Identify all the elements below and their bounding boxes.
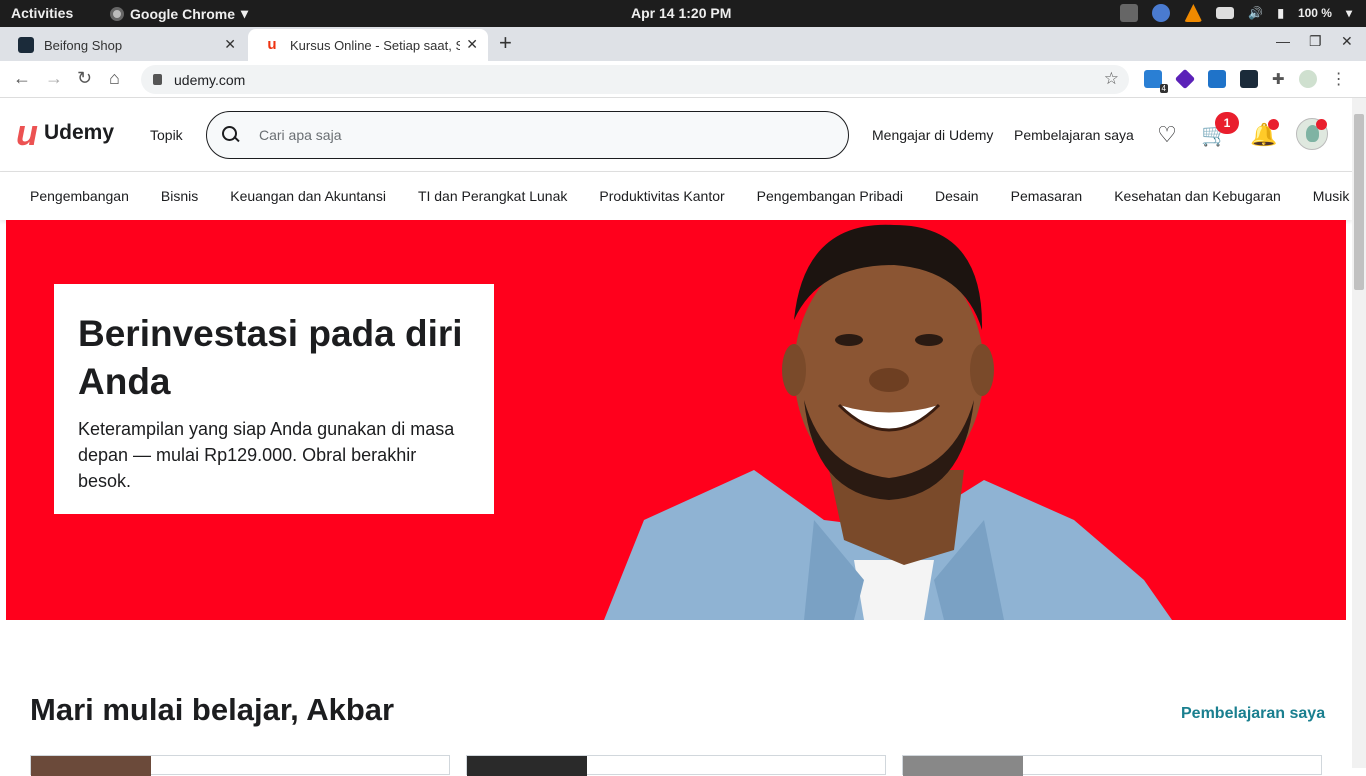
category-item[interactable]: Desain (935, 188, 979, 204)
scrollbar-thumb[interactable] (1354, 114, 1364, 290)
notification-dot (1268, 119, 1279, 130)
close-icon[interactable]: ✕ (466, 36, 478, 53)
my-learning-link[interactable]: Pembelajaran saya (1014, 127, 1134, 143)
udemy-icon: u (16, 112, 38, 153)
chrome-tray-icon[interactable] (1152, 4, 1171, 22)
tab-title: Beifong Shop (44, 37, 123, 53)
category-nav: Pengembangan Bisnis Keuangan dan Akuntan… (0, 172, 1352, 220)
battery-icon[interactable]: ▮ (1277, 6, 1284, 20)
chevron-down-icon[interactable]: ▾ (1346, 6, 1352, 20)
course-card[interactable] (30, 755, 450, 776)
search-icon[interactable] (221, 125, 241, 145)
course-thumbnail (31, 756, 151, 776)
bookmark-star-icon[interactable]: ☆ (1104, 69, 1119, 89)
activities-button[interactable]: Activities (11, 5, 73, 21)
page-scrollbar[interactable] (1352, 98, 1366, 768)
search-input[interactable] (259, 127, 819, 143)
site-header: u Udemy Topik Mengajar di Udemy Pembelaj… (0, 98, 1352, 172)
course-card[interactable] (466, 755, 886, 776)
home-icon[interactable]: ⌂ (109, 68, 120, 89)
hero-banner: Berinvestasi pada diri Anda Keterampilan… (6, 220, 1346, 620)
topik-menu[interactable]: Topik (150, 127, 183, 143)
heart-icon[interactable]: ♡ (1154, 122, 1180, 148)
screen-icon[interactable] (1120, 4, 1139, 22)
category-item[interactable]: TI dan Perangkat Lunak (418, 188, 567, 204)
search-bar[interactable] (206, 111, 849, 159)
system-top-bar: Activities Google Chrome ▾ Apr 14 1:20 P… (0, 0, 1366, 27)
category-item[interactable]: Produktivitas Kantor (599, 188, 724, 204)
category-item[interactable]: Kesehatan dan Kebugaran (1114, 188, 1281, 204)
close-icon[interactable]: ✕ (224, 36, 236, 53)
react-icon (18, 37, 34, 53)
category-item[interactable]: Bisnis (161, 188, 198, 204)
menu-icon[interactable]: ⋮ (1331, 69, 1347, 89)
app-menu[interactable]: Google Chrome ▾ (110, 5, 248, 22)
browser-toolbar: ← → ↻ ⌂ udemy.com ☆ 4 ✚ ⋮ (0, 61, 1366, 98)
tab-udemy[interactable]: u Kursus Online - Setiap saat, Si ✕ (248, 29, 488, 61)
vlc-icon[interactable] (1184, 4, 1203, 22)
hero-person-image (604, 224, 1172, 620)
forward-icon[interactable]: → (45, 68, 63, 89)
my-learning-section-link[interactable]: Pembelajaran saya (1181, 705, 1325, 723)
clock[interactable]: Apr 14 1:20 PM (631, 5, 731, 21)
puzzle-icon[interactable]: ✚ (1272, 70, 1285, 88)
react-devtools-icon[interactable] (1240, 70, 1258, 88)
teach-link[interactable]: Mengajar di Udemy (872, 127, 993, 143)
category-item[interactable]: Pemasaran (1011, 188, 1083, 204)
extension-icon[interactable]: 4 (1144, 70, 1168, 93)
profile-icon[interactable] (1298, 70, 1317, 88)
close-window-icon[interactable]: ✕ (1341, 33, 1353, 50)
keyboard-icon[interactable] (1216, 7, 1235, 19)
category-item[interactable]: Pengembangan Pribadi (757, 188, 903, 204)
cart-count-badge: 1 (1215, 112, 1239, 134)
udemy-icon: u (267, 36, 277, 53)
chrome-icon (110, 6, 124, 21)
logo-text: Udemy (44, 121, 115, 144)
maximize-icon[interactable]: ❐ (1309, 33, 1322, 50)
url-text[interactable]: udemy.com (174, 72, 245, 88)
tab-title: Kursus Online - Setiap saat, Si (290, 37, 460, 53)
category-item[interactable]: Keuangan dan Akuntansi (230, 188, 386, 204)
volume-icon[interactable]: 🔊 (1248, 6, 1263, 20)
address-bar[interactable]: udemy.com ☆ (141, 65, 1129, 94)
app-name: Google Chrome (130, 5, 236, 22)
hero-title: Berinvestasi pada diri Anda (78, 313, 463, 402)
section-greeting: Mari mulai belajar, Akbar (30, 692, 395, 727)
category-item[interactable]: Pengembangan (30, 188, 129, 204)
extension-icon[interactable] (1174, 68, 1196, 90)
course-thumbnail (467, 756, 587, 776)
extensions-area: 4 ✚ ⋮ (1144, 68, 1347, 93)
tab-strip: Beifong Shop ✕ u Kursus Online - Setiap … (0, 27, 1366, 61)
reload-icon[interactable]: ↻ (77, 68, 92, 89)
minimize-icon[interactable]: — (1276, 33, 1290, 49)
category-item[interactable]: Musik (1313, 188, 1350, 204)
notification-dot (1316, 119, 1327, 130)
new-tab-button[interactable]: + (499, 30, 512, 56)
course-card[interactable] (902, 755, 1322, 776)
course-thumbnail (903, 756, 1023, 776)
back-icon[interactable]: ← (13, 68, 31, 89)
battery-label: 100 % (1297, 6, 1332, 20)
tab-beifong-shop[interactable]: Beifong Shop ✕ (2, 29, 246, 61)
hero-text-box: Berinvestasi pada diri Anda Keterampilan… (54, 284, 494, 514)
system-tray[interactable]: 🔊 ▮ 100 % ▾ (1120, 4, 1352, 22)
lock-icon[interactable] (153, 74, 162, 85)
chevron-down-icon: ▾ (241, 5, 249, 21)
extension-icon[interactable] (1208, 70, 1226, 88)
hero-subtitle: Keterampilan yang siap Anda gunakan di m… (78, 419, 455, 491)
udemy-logo[interactable]: u Udemy (16, 112, 115, 153)
